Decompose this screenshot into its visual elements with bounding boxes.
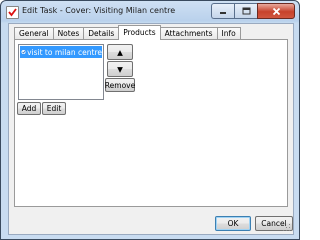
tab-products[interactable]: Products bbox=[118, 25, 161, 40]
products-panel: visit to milan centre ▲ ▼ Remove Add Edi… bbox=[14, 39, 288, 207]
list-item-label: visit to milan centre bbox=[27, 47, 102, 57]
arrow-down-icon: ▼ bbox=[117, 64, 123, 74]
move-down-button[interactable]: ▼ bbox=[107, 61, 133, 77]
caption-buttons bbox=[211, 3, 295, 19]
title-bar[interactable]: Edit Task - Cover: Visiting Milan centre bbox=[1, 1, 299, 23]
dialog-body: General Notes Details Products Attachmen… bbox=[8, 23, 294, 235]
minimize-button[interactable] bbox=[211, 3, 234, 19]
edit-button[interactable]: Edit bbox=[42, 102, 66, 115]
window-title: Edit Task - Cover: Visiting Milan centre bbox=[22, 6, 176, 15]
resize-grip-icon[interactable] bbox=[283, 224, 291, 232]
product-icon bbox=[21, 49, 26, 55]
list-item[interactable]: visit to milan centre bbox=[20, 46, 102, 58]
move-up-button[interactable]: ▲ bbox=[107, 44, 133, 60]
maximize-button[interactable] bbox=[234, 3, 257, 19]
close-button[interactable] bbox=[257, 3, 295, 19]
maximize-icon bbox=[242, 7, 250, 15]
tab-strip: General Notes Details Products Attachmen… bbox=[14, 25, 241, 40]
remove-button[interactable]: Remove bbox=[105, 78, 135, 92]
minimize-icon bbox=[220, 12, 226, 14]
products-list[interactable]: visit to milan centre bbox=[18, 44, 104, 100]
arrow-up-icon: ▲ bbox=[117, 47, 123, 57]
edit-task-window: Edit Task - Cover: Visiting Milan centre… bbox=[0, 0, 300, 240]
task-check-icon bbox=[6, 6, 19, 19]
close-icon bbox=[272, 7, 280, 15]
add-button[interactable]: Add bbox=[17, 102, 41, 115]
ok-button[interactable]: OK bbox=[215, 216, 251, 231]
